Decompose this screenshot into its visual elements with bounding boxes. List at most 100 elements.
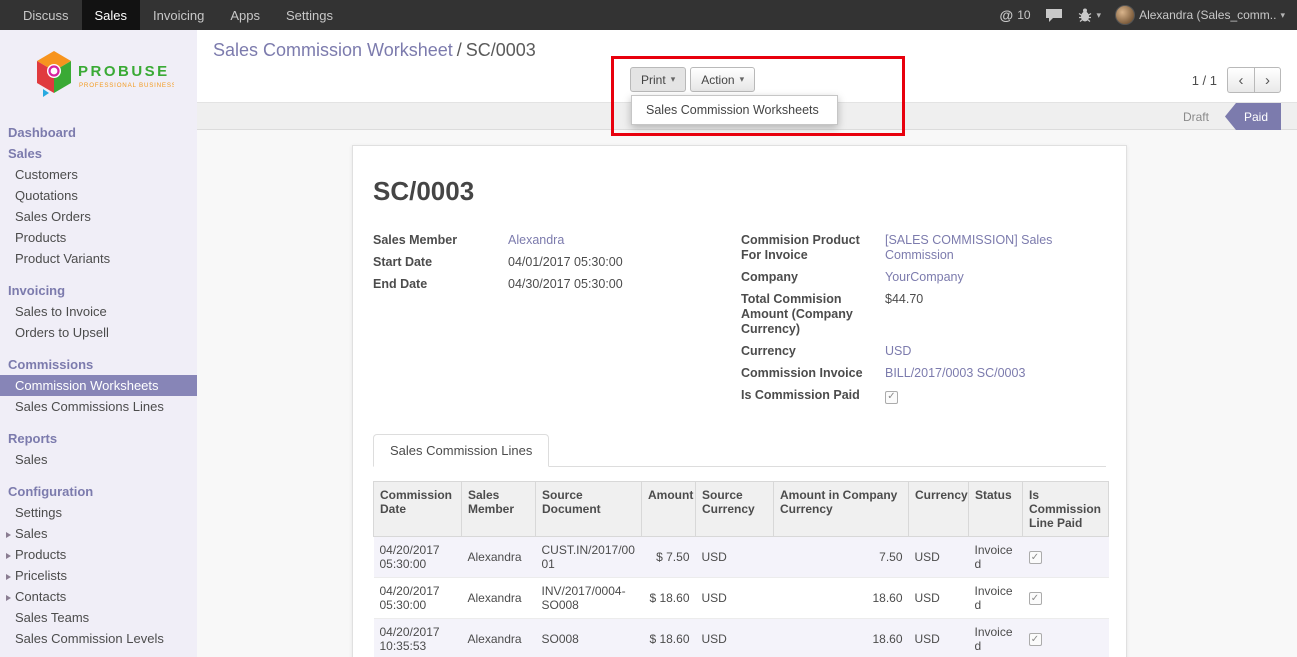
sidebar-item-sales-to-invoice[interactable]: Sales to Invoice	[0, 301, 197, 322]
field-label-company: Company	[741, 270, 885, 285]
cell-line-paid: ✓	[1023, 536, 1109, 577]
record-title: SC/0003	[373, 176, 1106, 207]
sidebar-item-sales-commissions-lines[interactable]: Sales Commissions Lines	[0, 396, 197, 417]
sidebar-item-quotations[interactable]: Quotations	[0, 185, 197, 206]
print-button[interactable]: Print▾	[630, 67, 686, 92]
sidebar-item-label: Products	[15, 547, 66, 562]
left-field-group: Sales Member Alexandra Start Date 04/01/…	[373, 233, 725, 404]
breadcrumb-parent-link[interactable]: Sales Commission Worksheet	[213, 40, 453, 60]
field-value-company[interactable]: YourCompany	[885, 270, 1106, 285]
topbar-menu-invoicing[interactable]: Invoicing	[140, 0, 217, 30]
chevron-right-icon: ›	[1265, 72, 1270, 89]
col-status[interactable]: Status	[969, 481, 1023, 536]
sidebar-item-contacts[interactable]: Contacts	[0, 586, 197, 607]
sidebar-item-customers[interactable]: Customers	[0, 164, 197, 185]
pager-text: 1 / 1	[1192, 73, 1217, 88]
col-source-document[interactable]: Source Document	[536, 481, 642, 536]
sidebar-heading-configuration[interactable]: Configuration	[0, 481, 197, 502]
col-amount[interactable]: Amount	[642, 481, 696, 536]
sidebar-item-label: Sales	[15, 526, 48, 541]
user-menu[interactable]: Alexandra (Sales_comm.. ▾	[1115, 5, 1285, 25]
field-label-currency: Currency	[741, 344, 885, 359]
line-paid-checkbox: ✓	[1029, 592, 1042, 605]
action-button[interactable]: Action▾	[690, 67, 755, 92]
expand-caret-icon	[6, 532, 11, 538]
field-value-total-commission-amount: $44.70	[885, 292, 1106, 307]
notebook: Sales Commission Lines Commission Date S…	[373, 434, 1106, 657]
sidebar-item-products[interactable]: Products	[0, 227, 197, 248]
commission-paid-checkbox: ✓	[885, 391, 898, 404]
expand-caret-icon	[6, 574, 11, 580]
field-label-total-commission-amount: Total Commision Amount (Company Currency…	[741, 292, 885, 337]
sidebar-item-orders-to-upsell[interactable]: Orders to Upsell	[0, 322, 197, 343]
col-is-commission-line-paid[interactable]: Is Commission Line Paid	[1023, 481, 1109, 536]
avatar	[1115, 5, 1135, 25]
col-amount-company-currency[interactable]: Amount in Company Currency	[774, 481, 909, 536]
col-sales-member[interactable]: Sales Member	[462, 481, 536, 536]
right-field-group: Commision Product For Invoice [SALES COM…	[741, 233, 1106, 404]
mentions-button[interactable]: @ 10	[1000, 7, 1031, 23]
topbar-menu-apps[interactable]: Apps	[217, 0, 273, 30]
cell-company-amount: 18.60	[774, 618, 909, 657]
sidebar-item-sales-orders[interactable]: Sales Orders	[0, 206, 197, 227]
pager-previous-button[interactable]: ‹	[1227, 67, 1254, 93]
status-paid[interactable]: Paid	[1225, 103, 1281, 130]
expand-caret-icon	[6, 553, 11, 559]
caret-down-icon: ▾	[1097, 10, 1102, 21]
field-label-start-date: Start Date	[373, 255, 508, 270]
cell-currency: USD	[909, 577, 969, 618]
screen: Discuss Sales Invoicing Apps Settings @ …	[0, 0, 1297, 657]
cell-currency: USD	[909, 618, 969, 657]
control-panel: Sales Commission Worksheet/SC/0003 Print…	[197, 30, 1297, 103]
field-value-sales-member[interactable]: Alexandra	[508, 233, 725, 248]
sidebar-item-config-sales[interactable]: Sales	[0, 523, 197, 544]
sidebar-item-settings[interactable]: Settings	[0, 502, 197, 523]
tab-bar: Sales Commission Lines	[373, 434, 1106, 467]
line-paid-checkbox: ✓	[1029, 551, 1042, 564]
cell-status: Invoiced	[969, 577, 1023, 618]
topbar-menu-settings[interactable]: Settings	[273, 0, 346, 30]
col-currency[interactable]: Currency	[909, 481, 969, 536]
field-value-commission-invoice[interactable]: BILL/2017/0003 SC/0003	[885, 366, 1106, 381]
tab-sales-commission-lines[interactable]: Sales Commission Lines	[373, 434, 549, 467]
topbar-menu-sales[interactable]: Sales	[82, 0, 141, 30]
pager-next-button[interactable]: ›	[1254, 67, 1281, 93]
col-source-currency[interactable]: Source Currency	[696, 481, 774, 536]
cell-company-amount: 7.50	[774, 536, 909, 577]
sidebar-item-sales-teams[interactable]: Sales Teams	[0, 607, 197, 628]
table-row[interactable]: 04/20/2017 05:30:00 Alexandra INV/2017/0…	[374, 577, 1109, 618]
field-value-commission-product[interactable]: [SALES COMMISSION] Sales Commission	[885, 233, 1106, 263]
probuse-logo: PROBUSE PROFESSIONAL BUSINESS	[34, 49, 174, 101]
sidebar-item-commission-worksheets[interactable]: Commission Worksheets	[0, 375, 197, 396]
bug-icon	[1077, 7, 1093, 23]
sidebar-item-config-products[interactable]: Products	[0, 544, 197, 565]
messages-button[interactable]	[1045, 8, 1063, 23]
chat-bubble-icon	[1045, 8, 1063, 23]
table-row[interactable]: 04/20/2017 10:35:53 Alexandra SO008 $ 18…	[374, 618, 1109, 657]
caret-down-icon: ▾	[671, 74, 676, 85]
sidebar-item-pricelists[interactable]: Pricelists	[0, 565, 197, 586]
sidebar-heading-reports[interactable]: Reports	[0, 428, 197, 449]
cell-line-paid: ✓	[1023, 577, 1109, 618]
sidebar-heading-sales[interactable]: Sales	[0, 143, 197, 164]
sidebar-heading-dashboard[interactable]: Dashboard	[0, 122, 197, 143]
dropdown-item-sales-commission-worksheets[interactable]: Sales Commission Worksheets	[632, 96, 837, 124]
debug-menu-button[interactable]: ▾	[1077, 7, 1102, 23]
cell-sales-member: Alexandra	[462, 618, 536, 657]
sidebar-heading-commissions[interactable]: Commissions	[0, 354, 197, 375]
toolbar-buttons: Print▾ Action▾	[630, 67, 755, 92]
status-draft[interactable]: Draft	[1167, 103, 1225, 130]
sidebar-heading-invoicing[interactable]: Invoicing	[0, 280, 197, 301]
print-dropdown-menu: Sales Commission Worksheets	[631, 95, 838, 125]
chevron-left-icon: ‹	[1239, 72, 1244, 89]
cell-source-document: CUST.IN/2017/0001	[536, 536, 642, 577]
field-value-currency[interactable]: USD	[885, 344, 1106, 359]
expand-caret-icon	[6, 595, 11, 601]
topbar: Discuss Sales Invoicing Apps Settings @ …	[0, 0, 1297, 30]
sidebar-item-sales-commission-levels[interactable]: Sales Commission Levels	[0, 628, 197, 649]
sidebar-item-product-variants[interactable]: Product Variants	[0, 248, 197, 269]
col-commission-date[interactable]: Commission Date	[374, 481, 462, 536]
table-row[interactable]: 04/20/2017 05:30:00 Alexandra CUST.IN/20…	[374, 536, 1109, 577]
sidebar-item-reports-sales[interactable]: Sales	[0, 449, 197, 470]
topbar-menu-discuss[interactable]: Discuss	[10, 0, 82, 30]
